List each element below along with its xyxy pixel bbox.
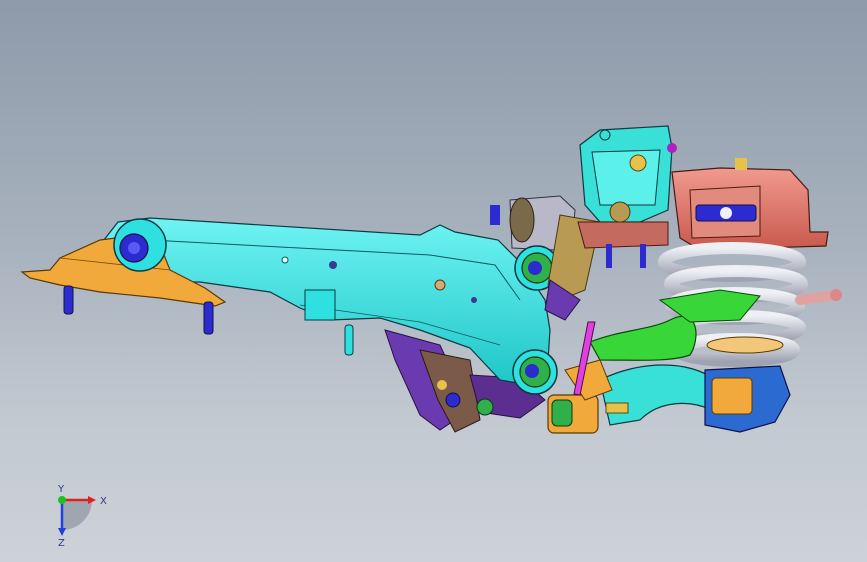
y-axis-label: Y [57, 484, 65, 495]
spring-tower-mount[interactable] [671, 158, 829, 251]
control-arm[interactable] [99, 217, 551, 386]
trailing-link-tube[interactable] [599, 364, 716, 426]
cad-viewport[interactable]: X Y Z [0, 0, 867, 562]
suspension-assembly-model[interactable] [0, 0, 867, 562]
z-axis-label: Z [58, 538, 65, 548]
front-bushing[interactable] [113, 218, 167, 272]
coordinate-triad: X Y Z [57, 484, 107, 548]
upper-mount-bracket[interactable] [577, 125, 677, 268]
y-axis-dot [58, 496, 66, 504]
lower-bushing[interactable] [512, 349, 558, 395]
hub-carrier[interactable] [704, 336, 791, 433]
x-axis-label: X [100, 496, 107, 507]
